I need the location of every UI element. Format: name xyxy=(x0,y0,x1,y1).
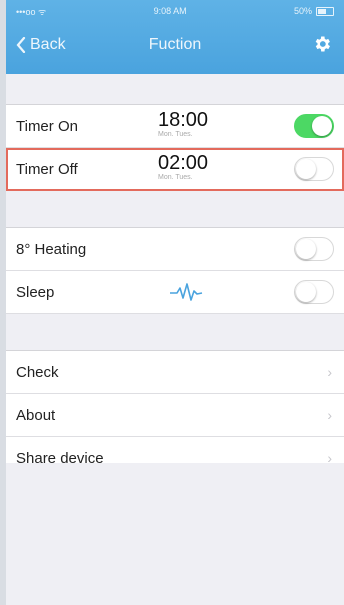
sleep-toggle[interactable] xyxy=(294,280,334,304)
timer-on-time: 18:00 xyxy=(158,109,209,131)
battery-group: 50% xyxy=(294,6,334,16)
status-bar: •••oo ᯤ 9:08 AM 50% xyxy=(6,0,344,22)
battery-percent: 50% xyxy=(293,6,312,16)
timer-on-row[interactable]: Timer On 18:00 Mon. Tues. xyxy=(6,105,344,148)
heating-label: 8° Heating xyxy=(16,240,87,258)
toggle-knob xyxy=(296,159,316,179)
section-spacer xyxy=(6,74,344,105)
timer-on-toggle[interactable] xyxy=(294,114,334,138)
toggle-knob xyxy=(312,116,332,136)
heating-row[interactable]: 8° Heating xyxy=(6,228,344,271)
sleep-row[interactable]: Sleep xyxy=(6,271,344,314)
menu-item-check[interactable]: Check › xyxy=(6,351,344,394)
phone-screen: •••oo ᯤ 9:08 AM 50% Back Fuction Timer O… xyxy=(6,0,344,605)
menu-item-about[interactable]: About › xyxy=(6,394,344,437)
top-bar: •••oo ᯤ 9:08 AM 50% Back Fuction xyxy=(6,0,344,74)
timer-off-time: 02:00 xyxy=(158,152,209,174)
section-spacer xyxy=(6,191,344,228)
about-label: About xyxy=(16,406,56,424)
toggle-knob xyxy=(296,239,316,259)
toggle-knob xyxy=(296,282,316,302)
heating-toggle[interactable] xyxy=(294,237,334,261)
section-spacer xyxy=(6,314,344,351)
timer-off-row[interactable]: Timer Off 02:00 Mon. Tues. xyxy=(6,148,344,191)
timer-off-label: Timer Off xyxy=(16,160,78,178)
sleep-label: Sleep xyxy=(16,283,55,301)
battery-icon xyxy=(315,6,334,16)
chevron-right-icon: › xyxy=(327,407,332,423)
empty-background xyxy=(6,463,344,605)
timer-on-label: Timer On xyxy=(16,117,78,135)
timer-off-days: Mon. Tues. xyxy=(158,174,193,181)
check-label: Check xyxy=(16,363,59,381)
gear-icon[interactable] xyxy=(312,34,332,54)
chevron-right-icon: › xyxy=(327,364,332,380)
carrier-signal: •••oo ᯤ xyxy=(16,6,47,17)
status-time: 9:08 AM xyxy=(153,6,187,16)
timer-on-days: Mon. Tues. xyxy=(158,131,193,138)
nav-bar: Back Fuction xyxy=(6,22,344,74)
page-title: Fuction xyxy=(148,36,202,53)
timer-off-toggle[interactable] xyxy=(294,157,334,181)
sleep-wave-icon xyxy=(170,283,203,301)
